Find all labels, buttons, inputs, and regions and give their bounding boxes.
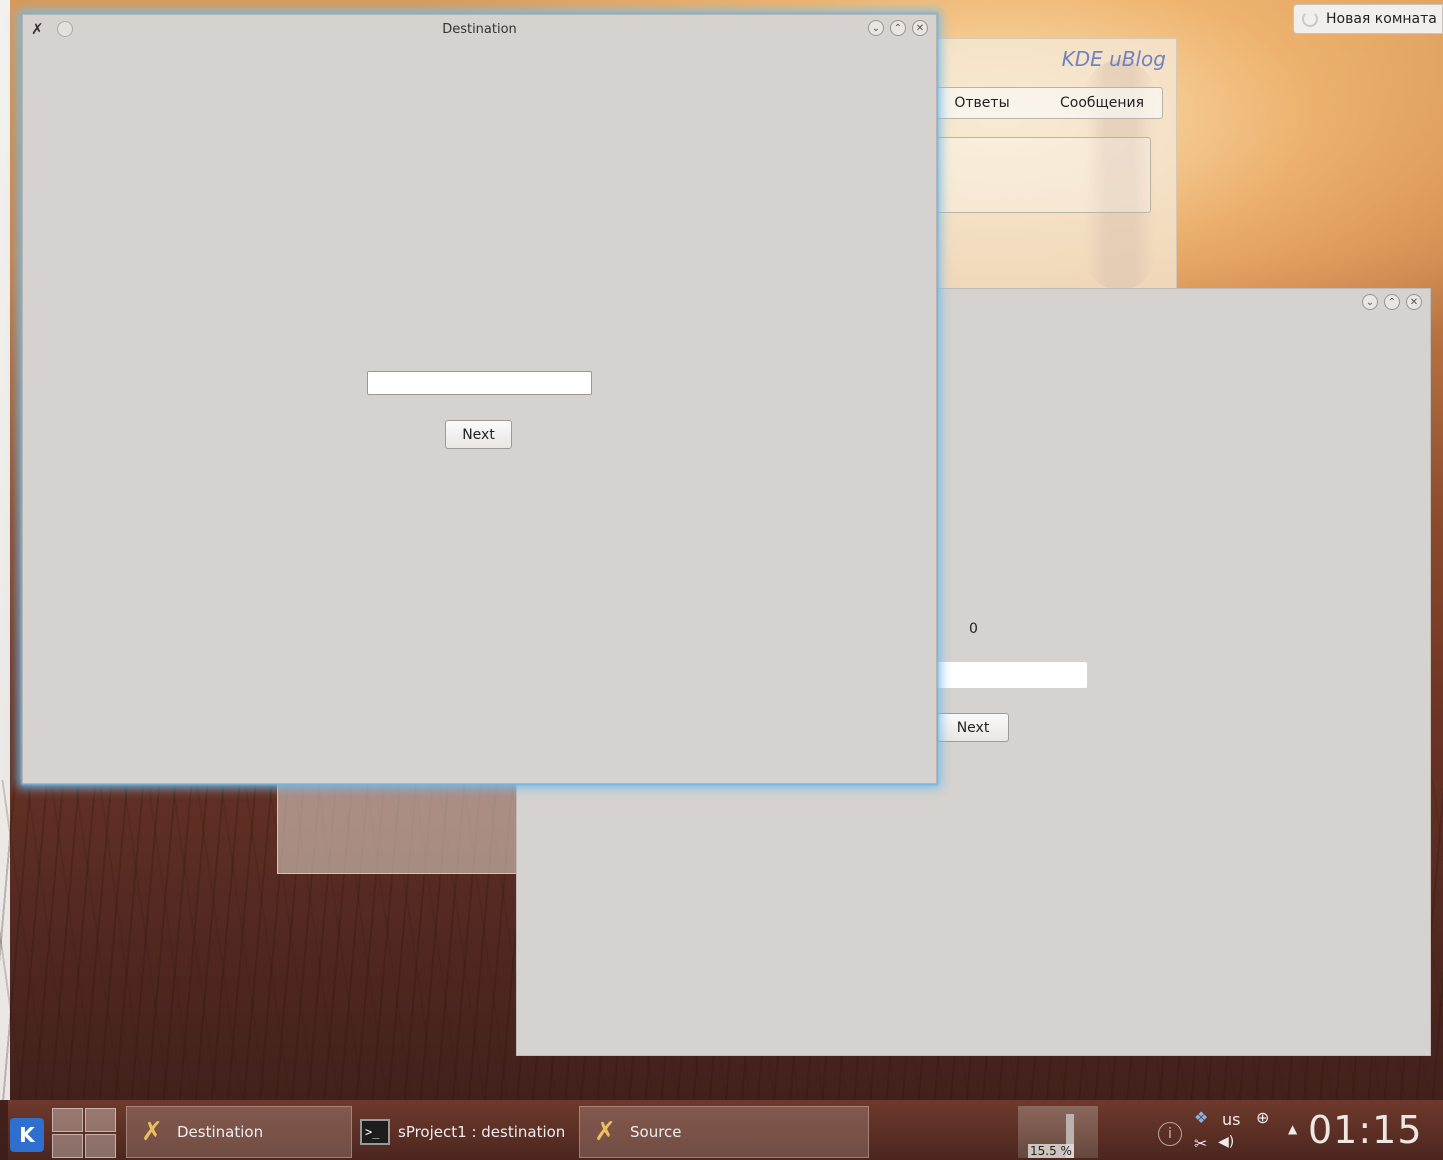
network-icon[interactable]: ⊕ xyxy=(1256,1108,1269,1127)
ublog-brand: KDE uBlog xyxy=(1061,47,1166,71)
pager-desktop-2[interactable] xyxy=(85,1108,116,1132)
cpu-monitor[interactable]: 15.5 % xyxy=(1018,1106,1098,1158)
destination-next-button[interactable]: Next xyxy=(445,420,512,449)
info-icon[interactable]: i xyxy=(1158,1122,1182,1146)
ublog-tabbar: Ответы Сообщения xyxy=(921,87,1163,119)
notification-popup[interactable]: Новая комната xyxy=(1293,4,1443,34)
destination-window[interactable]: ✗ Destination ⌄ ⌃ ✕ Next xyxy=(22,14,937,784)
pager-desktop-4[interactable] xyxy=(85,1134,116,1158)
desktop-pager[interactable] xyxy=(52,1108,116,1158)
minimize-icon[interactable]: ⌄ xyxy=(1362,294,1378,310)
cpu-load-label: 15.5 % xyxy=(1028,1144,1074,1158)
busy-spinner-icon xyxy=(1302,11,1318,27)
clock[interactable]: 01:15 xyxy=(1308,1108,1423,1152)
clipboard-icon[interactable]: ✂ xyxy=(1194,1134,1207,1153)
destination-titlebar[interactable]: ✗ Destination ⌄ ⌃ ✕ xyxy=(23,15,936,43)
app-icon: ✗ xyxy=(141,1117,163,1147)
pager-desktop-3[interactable] xyxy=(52,1134,83,1158)
task-source[interactable]: ✗ Source xyxy=(579,1106,869,1158)
volume-icon[interactable]: ◀) xyxy=(1218,1134,1234,1150)
close-icon[interactable]: ✕ xyxy=(912,20,928,36)
destination-window-title: Destination xyxy=(442,21,517,37)
minimize-icon[interactable]: ⌄ xyxy=(868,20,884,36)
task-destination[interactable]: ✗ Destination xyxy=(126,1106,352,1158)
dropbox-icon[interactable]: ❖ xyxy=(1194,1108,1208,1127)
tray-expand-icon[interactable]: ▲ xyxy=(1288,1122,1297,1136)
terminal-icon: >_ xyxy=(360,1119,390,1145)
tab-messages[interactable]: Сообщения xyxy=(1042,95,1162,111)
maximize-icon[interactable]: ⌃ xyxy=(1384,294,1400,310)
kde-menu-icon[interactable]: K xyxy=(10,1118,44,1152)
ublog-window[interactable]: KDE uBlog Ответы Сообщения xyxy=(900,38,1177,300)
task-terminal[interactable]: >_ sProject1 : destination xyxy=(352,1106,578,1158)
pager-desktop-1[interactable] xyxy=(52,1108,83,1132)
app-icon: ✗ xyxy=(594,1117,616,1147)
destination-text-input[interactable] xyxy=(367,371,592,395)
task-label: Destination xyxy=(177,1123,264,1141)
notification-label: Новая комната xyxy=(1326,11,1437,27)
maximize-icon[interactable]: ⌃ xyxy=(890,20,906,36)
ublog-post-editor[interactable] xyxy=(921,137,1151,213)
keyboard-layout[interactable]: us xyxy=(1222,1110,1240,1129)
taskbar: K ✗ Destination >_ sProject1 : destinati… xyxy=(8,1100,1443,1160)
source-next-button[interactable]: Next xyxy=(937,713,1009,742)
task-label: Source xyxy=(630,1123,682,1141)
task-label: sProject1 : destination xyxy=(398,1123,566,1141)
source-counter-label: 0 xyxy=(969,621,978,637)
tab-replies[interactable]: Ответы xyxy=(922,95,1042,111)
close-icon[interactable]: ✕ xyxy=(1406,294,1422,310)
